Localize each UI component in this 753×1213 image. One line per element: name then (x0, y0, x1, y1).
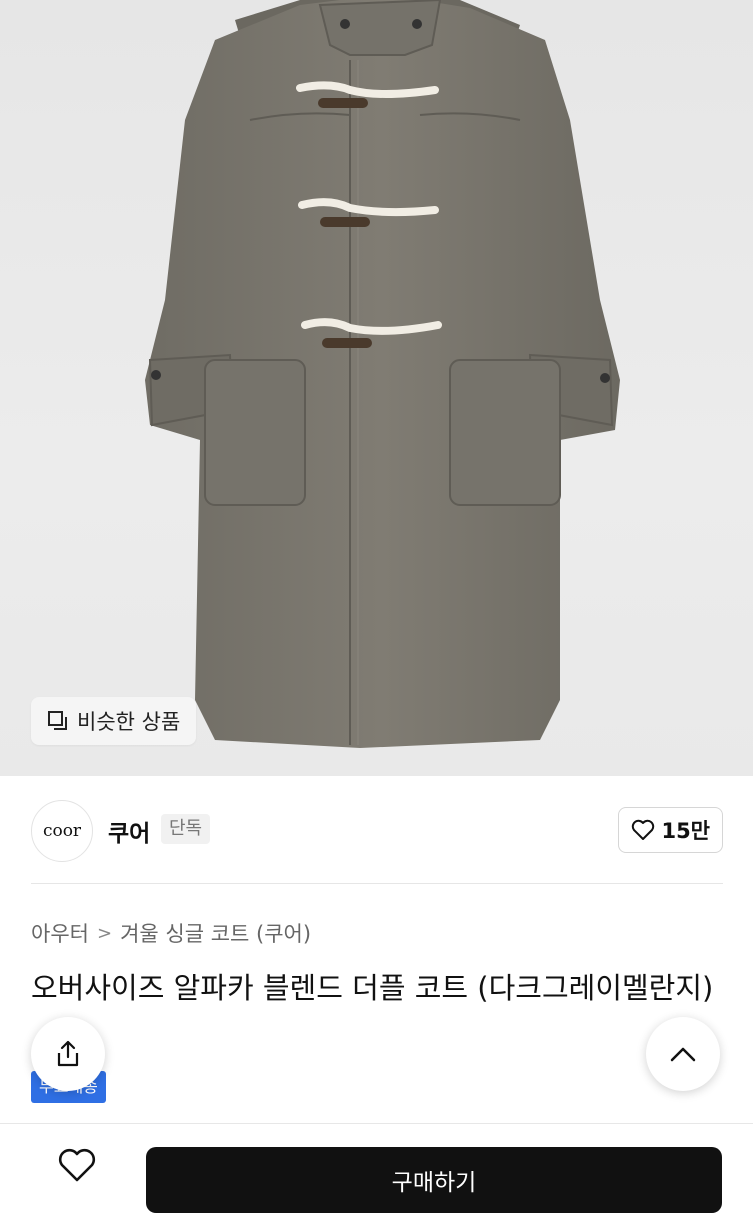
brand-logo-text: coor (42, 821, 82, 841)
buy-label: 구매하기 (391, 1170, 477, 1196)
like-count: 15만 (661, 819, 710, 843)
wishlist-button[interactable] (45, 1147, 109, 1200)
chevron-right-icon: > (96, 922, 113, 944)
breadcrumb-child[interactable]: 겨울 싱글 코트 (쿠어) (120, 918, 311, 948)
exclusive-badge: 단독 (161, 814, 211, 844)
chevron-up-icon (670, 1047, 696, 1062)
share-button[interactable] (31, 1017, 105, 1091)
scroll-top-button[interactable] (646, 1017, 720, 1091)
heart-icon (58, 1148, 96, 1182)
brand-like-button[interactable]: 15만 (618, 807, 723, 853)
similar-icon (48, 711, 67, 730)
product-image[interactable]: 비슷한 상품 (0, 0, 753, 776)
brand-row: coor 쿠어 단독 15만 (31, 800, 723, 862)
breadcrumb-parent[interactable]: 아우터 (31, 918, 89, 948)
similar-label: 비슷한 상품 (77, 710, 181, 734)
brand-logo[interactable]: coor (31, 800, 93, 862)
brand-name[interactable]: 쿠어 (108, 814, 150, 848)
coat-illustration (145, 0, 620, 748)
similar-items-button[interactable]: 비슷한 상품 (31, 697, 197, 745)
buy-button[interactable]: 구매하기 (146, 1147, 722, 1213)
divider (31, 883, 723, 884)
heart-icon (632, 819, 655, 840)
breadcrumb: 아우터 > 겨울 싱글 코트 (쿠어) (31, 918, 311, 948)
share-icon (57, 1040, 79, 1067)
product-title: 오버사이즈 알파카 블렌드 더플 코트 (다크그레이멜란지) (31, 971, 714, 1005)
